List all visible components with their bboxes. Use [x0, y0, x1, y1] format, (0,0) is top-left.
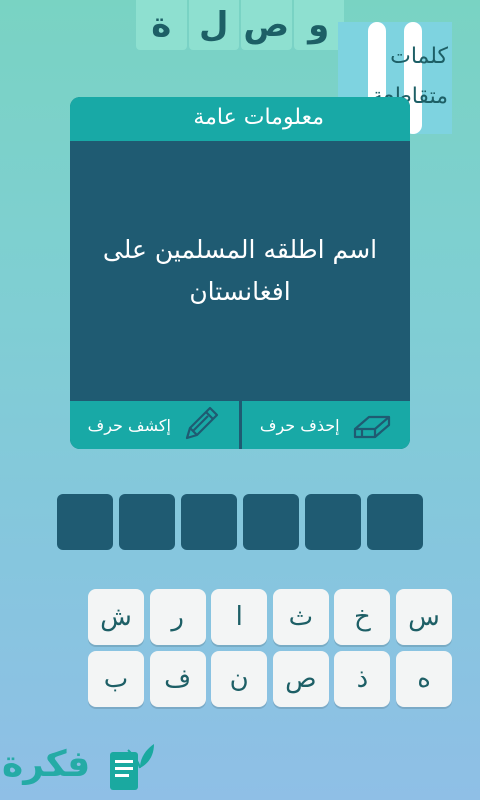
letter-key[interactable]: ر — [149, 589, 206, 645]
letter-key[interactable]: ش — [88, 589, 145, 645]
answer-slot[interactable] — [243, 494, 299, 550]
category-title: معلومات عامة — [70, 97, 410, 141]
question-text-area: اسم اطلقه المسلمين على افغانستان — [70, 141, 410, 401]
header-tile: و — [293, 0, 344, 50]
letter-keyboard: س خ ث ا ر ش ه ذ ص ن ف ب — [28, 589, 452, 707]
answer-slot[interactable] — [119, 494, 175, 550]
letter-key[interactable]: خ — [334, 589, 391, 645]
logo-line1: كلمات — [390, 44, 448, 69]
letter-key[interactable]: ا — [211, 589, 268, 645]
answer-slots — [57, 494, 423, 550]
question-text: اسم اطلقه المسلمين على افغانستان — [102, 235, 378, 306]
answer-slot[interactable] — [305, 494, 361, 550]
hint-bar: إحذف حرف إكشف حرف — [70, 401, 410, 449]
letter-key[interactable]: ث — [272, 589, 329, 645]
answer-slot[interactable] — [181, 494, 237, 550]
header-tile: ص — [241, 0, 292, 50]
remove-letter-label: إحذف حرف — [259, 415, 340, 435]
letter-key[interactable]: ذ — [334, 651, 391, 707]
reveal-letter-label: إكشف حرف — [87, 415, 171, 435]
watermark-text: فكرة — [2, 744, 91, 785]
pencil-icon — [183, 404, 221, 446]
remove-letter-button[interactable]: إحذف حرف — [242, 401, 411, 449]
footer-divider — [238, 401, 242, 449]
book-leaf-icon — [104, 738, 156, 800]
answer-slot[interactable] — [367, 494, 423, 550]
watermark: فكرة — [0, 738, 160, 796]
letter-key[interactable]: ص — [272, 651, 329, 707]
header-tile: ل — [188, 0, 239, 50]
letter-key[interactable]: ف — [149, 651, 206, 707]
question-card: معلومات عامة اسم اطلقه المسلمين على افغا… — [70, 97, 410, 449]
header-tiles: ة ل ص و — [136, 0, 344, 50]
letter-key[interactable]: ب — [88, 651, 145, 707]
reveal-letter-button[interactable]: إكشف حرف — [70, 401, 239, 449]
letter-key[interactable]: ه — [396, 651, 452, 707]
header-tile: ة — [136, 0, 187, 50]
letter-key[interactable]: ن — [211, 651, 268, 707]
eraser-icon — [352, 405, 392, 445]
answer-slot[interactable] — [57, 494, 113, 550]
letter-key[interactable]: س — [396, 589, 452, 645]
